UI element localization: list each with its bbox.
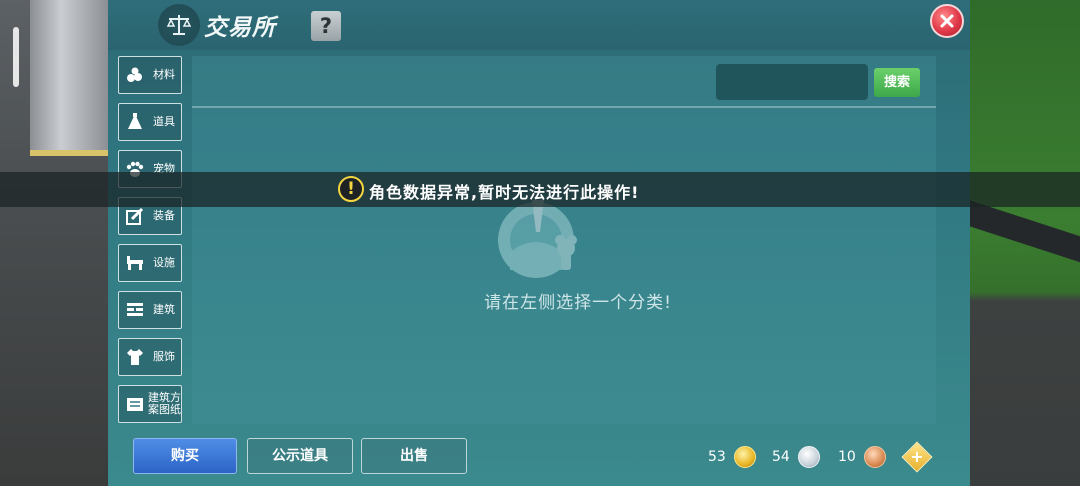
building-icon bbox=[123, 298, 147, 322]
empty-hint-text: 请在左侧选择一个分类! bbox=[484, 293, 672, 313]
error-toast: ! 角色数据异常,暂时无法进行此操作! bbox=[0, 172, 1080, 207]
gold-amount: 53 bbox=[708, 449, 726, 465]
materials-icon bbox=[123, 63, 147, 87]
plus-icon: + bbox=[910, 447, 924, 466]
item-icon bbox=[123, 110, 147, 134]
silver-currency: 54 bbox=[772, 444, 820, 470]
category-items[interactable]: 道具 bbox=[118, 103, 182, 141]
category-blueprints[interactable]: 建筑方 案图纸 bbox=[118, 385, 182, 423]
category-clothing[interactable]: 服饰 bbox=[118, 338, 182, 376]
help-button[interactable]: ? bbox=[311, 11, 341, 41]
background-right-scenery bbox=[968, 0, 1080, 486]
listing-area: 搜索 请在左侧选择一个分类! bbox=[192, 56, 936, 424]
category-label: 装备 bbox=[153, 209, 175, 222]
category-label: 设施 bbox=[153, 256, 175, 269]
background-left-scenery bbox=[0, 0, 108, 486]
close-button[interactable] bbox=[930, 4, 964, 38]
category-label: 建筑 bbox=[153, 303, 175, 316]
category-label-line: 案图纸 bbox=[148, 403, 181, 416]
category-label: 服饰 bbox=[153, 350, 175, 363]
copper-currency: 10 bbox=[838, 444, 886, 470]
window-title: 交易所 bbox=[204, 15, 276, 41]
game-screen: 交易所 ? 材料 道具 宠物 装备 设施 建筑 服饰 建筑方 案图纸 搜索 请在… bbox=[0, 0, 1080, 486]
equipment-icon bbox=[123, 204, 147, 228]
category-materials[interactable]: 材料 bbox=[118, 56, 182, 94]
divider bbox=[192, 106, 936, 108]
gold-currency: 53 bbox=[708, 444, 756, 470]
category-sidebar: 材料 道具 宠物 装备 设施 建筑 服饰 建筑方 案图纸 bbox=[118, 56, 184, 424]
scale-icon bbox=[158, 4, 200, 46]
category-label: 建筑方 案图纸 bbox=[148, 392, 181, 416]
silver-amount: 54 bbox=[772, 449, 790, 465]
blueprint-icon bbox=[123, 392, 147, 416]
category-label: 道具 bbox=[153, 115, 175, 128]
toast-message: 角色数据异常,暂时无法进行此操作! bbox=[369, 183, 640, 202]
background-ledge bbox=[968, 199, 1080, 263]
close-icon bbox=[940, 14, 954, 28]
facility-icon bbox=[123, 251, 147, 275]
exchange-panel: 交易所 ? 材料 道具 宠物 装备 设施 建筑 服饰 建筑方 案图纸 搜索 请在… bbox=[108, 0, 970, 486]
category-label: 材料 bbox=[153, 68, 175, 81]
side-handle[interactable] bbox=[13, 27, 19, 87]
tab-buy[interactable]: 购买 bbox=[133, 438, 237, 474]
title-bar: 交易所 ? bbox=[108, 0, 970, 50]
search-button[interactable]: 搜索 bbox=[874, 68, 920, 97]
background-pillar bbox=[30, 0, 108, 156]
copper-amount: 10 bbox=[838, 449, 856, 465]
tab-public-items[interactable]: 公示道具 bbox=[247, 438, 353, 474]
gold-coin-icon bbox=[733, 446, 756, 468]
search-input[interactable] bbox=[716, 64, 868, 100]
silver-coin-icon bbox=[797, 446, 820, 468]
copper-coin-icon bbox=[863, 446, 886, 468]
category-buildings[interactable]: 建筑 bbox=[118, 291, 182, 329]
clothing-icon bbox=[123, 345, 147, 369]
warning-icon: ! bbox=[338, 176, 364, 202]
tab-sell[interactable]: 出售 bbox=[361, 438, 467, 474]
category-facilities[interactable]: 设施 bbox=[118, 244, 182, 282]
